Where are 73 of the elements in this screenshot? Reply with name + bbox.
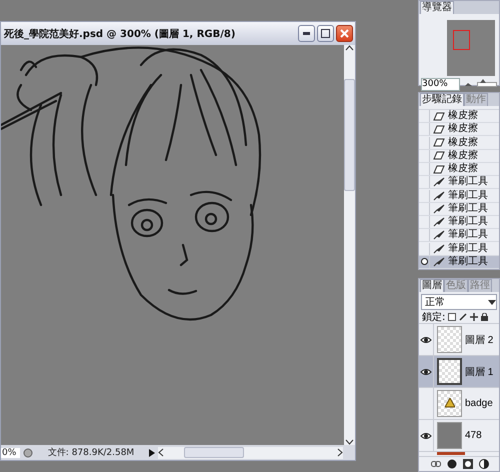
panel-tab[interactable]: 步驟記錄	[420, 93, 464, 106]
layer-row[interactable]: 圖層 2	[419, 323, 499, 355]
eye-icon[interactable]	[420, 336, 432, 344]
vertical-scrollbar[interactable]	[344, 45, 355, 445]
layer-thumbnail	[437, 422, 462, 449]
history-step[interactable]: 橡皮擦	[419, 136, 499, 150]
file-size-text: 文件: 878.9K/2.58M	[46, 446, 136, 459]
close-icon	[340, 29, 349, 38]
history-step[interactable]: 橡皮擦	[419, 150, 499, 163]
layer-row[interactable]: 圖層 1	[419, 355, 499, 387]
history-step[interactable]: 橡皮擦	[419, 123, 499, 136]
eraser-icon	[433, 124, 445, 134]
lock-icon[interactable]	[481, 313, 488, 321]
scroll-up-icon	[345, 45, 354, 51]
layer-thumbnail	[437, 326, 462, 353]
history-step[interactable]: 筆刷工具	[419, 202, 499, 216]
minimize-button[interactable]	[298, 25, 315, 42]
layer-mask-icon[interactable]	[463, 459, 473, 469]
link-icon[interactable]	[431, 461, 441, 467]
history-step[interactable]: 筆刷工具	[419, 256, 499, 269]
eraser-icon	[433, 138, 445, 148]
lock-transparency-icon[interactable]	[448, 313, 456, 321]
brush-icon	[433, 244, 445, 254]
dropdown-caret-icon	[488, 300, 496, 304]
maximize-icon	[321, 29, 330, 38]
history-step[interactable]: 筆刷工具	[419, 216, 499, 230]
horizontal-scrollbar[interactable]	[158, 446, 343, 458]
eraser-icon	[433, 151, 445, 160]
zoom-slider[interactable]	[477, 82, 497, 87]
zoom-field[interactable]: 0%	[1, 448, 20, 458]
blend-mode-dropdown[interactable]: 正常	[421, 294, 497, 310]
brush-icon	[433, 256, 445, 267]
history-step[interactable]: 筆刷工具	[419, 176, 499, 190]
scrollbar-thumb[interactable]	[344, 79, 355, 191]
brush-icon[interactable]	[459, 313, 468, 321]
scroll-left-icon	[158, 448, 164, 457]
eye-icon[interactable]	[420, 432, 432, 440]
layer-name: 478	[465, 430, 482, 441]
window-title: 死後_學院范美好.psd @ 300% (圖層 1, RGB/8)	[4, 27, 236, 40]
brush-icon	[433, 204, 445, 214]
history-state-icon	[420, 258, 428, 266]
layer-thumbnail	[437, 358, 462, 385]
layer-name: 圖層 1	[465, 366, 494, 378]
layer-row[interactable]: 478	[419, 419, 499, 451]
badge-icon	[444, 398, 454, 409]
panel-tab[interactable]: 圖層	[420, 279, 444, 292]
eye-icon[interactable]	[420, 368, 432, 376]
history-step[interactable]: 筆刷工具	[419, 189, 499, 203]
minimize-icon	[303, 32, 310, 35]
layer-name: 圖層 2	[465, 334, 494, 346]
lock-label: 鎖定:	[422, 310, 446, 324]
history-step[interactable]: 橡皮擦	[419, 162, 499, 176]
scrollbar-thumb[interactable]	[184, 447, 244, 458]
scroll-right-icon	[337, 448, 343, 457]
panel-tab[interactable]: 導覽器	[420, 1, 454, 14]
eraser-icon	[433, 164, 445, 174]
brush-icon	[433, 190, 445, 201]
menu-arrow-icon[interactable]	[149, 448, 155, 456]
layer-name: badge	[465, 398, 493, 409]
scroll-down-icon	[345, 439, 354, 445]
brush-icon	[433, 217, 445, 228]
brush-icon	[433, 177, 445, 188]
history-step[interactable]: 筆刷工具	[419, 229, 499, 242]
history-step[interactable]: 橡皮擦	[419, 110, 499, 124]
zoom-field[interactable]: 300%	[421, 78, 460, 91]
status-icon[interactable]	[23, 448, 33, 458]
eraser-icon	[433, 112, 445, 121]
move-icon[interactable]	[470, 313, 478, 321]
close-button[interactable]	[336, 25, 353, 42]
brush-icon	[433, 230, 445, 240]
adjustment-icon[interactable]	[479, 459, 489, 469]
layer-row[interactable]: badge	[419, 387, 499, 419]
maximize-button[interactable]	[317, 25, 334, 42]
